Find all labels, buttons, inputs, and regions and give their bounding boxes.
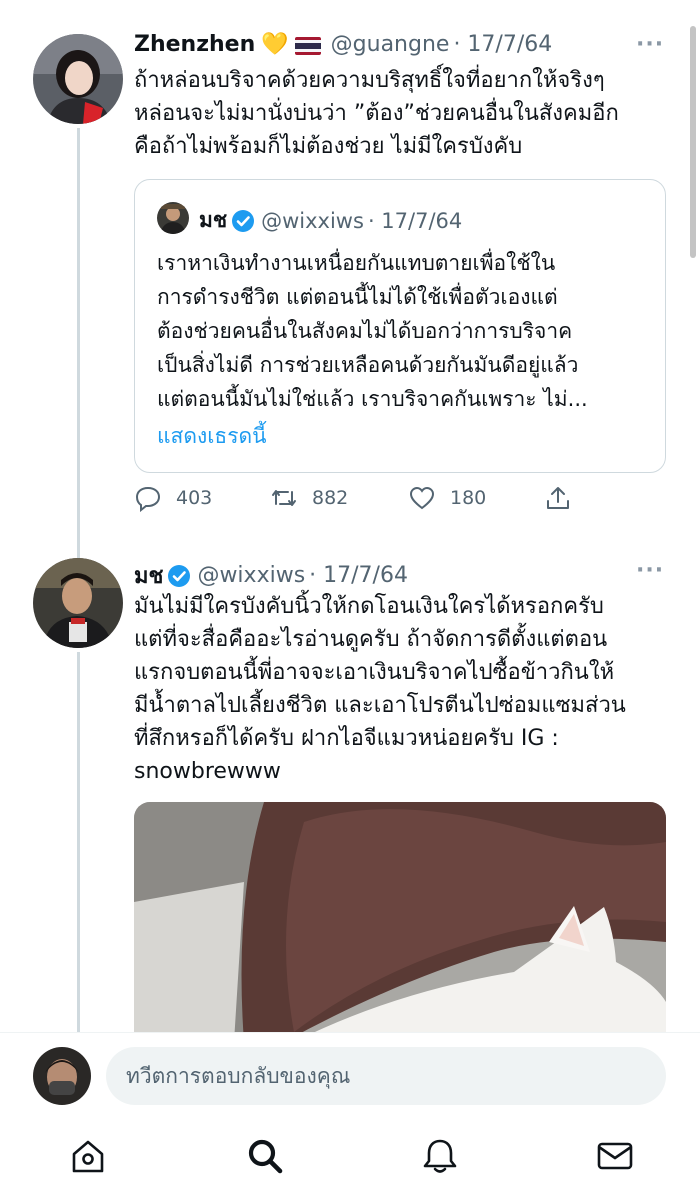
- retweet-button[interactable]: 882: [270, 484, 348, 512]
- quote-handle: @wixxiws: [261, 208, 364, 233]
- reply-button[interactable]: 403: [134, 484, 212, 512]
- display-name-2[interactable]: มช: [134, 558, 163, 593]
- avatar-2[interactable]: [33, 558, 123, 648]
- heart-emoji: 💛: [261, 32, 289, 57]
- show-thread-link[interactable]: แสดงเธรดนี้: [157, 420, 267, 453]
- display-name[interactable]: Zhenzhen: [134, 32, 255, 57]
- reply-bar: ทวีตการตอบกลับของคุณ: [0, 1032, 700, 1120]
- quote-text: เราหาเงินทำงานเหนื่อยกันแทบตายเพื่อใช้ใน…: [157, 251, 588, 411]
- thread-line-2: [77, 652, 80, 1032]
- search-icon[interactable]: [245, 1136, 285, 1176]
- tweet-text-2: มันไม่มีใครบังคับนิ้วให้กดโอนเงินใครได้ห…: [134, 594, 626, 784]
- user-handle-2[interactable]: @wixxiws: [197, 563, 305, 588]
- quote-date: · 17/7/64: [367, 208, 463, 233]
- retweet-icon: [272, 490, 296, 506]
- reply-placeholder: ทวีตการตอบกลับของคุณ: [126, 1063, 351, 1088]
- like-button[interactable]: 180: [408, 484, 486, 512]
- quote-header: มช @wixxiws · 17/7/64: [199, 204, 462, 237]
- messages-icon[interactable]: [595, 1136, 635, 1176]
- tweet-text: ถ้าหล่อนบริจาคด้วยความบริสุทธิ์ใจที่อยาก…: [134, 68, 619, 159]
- quoted-tweet-card[interactable]: มช @wixxiws · 17/7/64 เราหาเงินทำงานเหนื…: [134, 179, 666, 473]
- avatar[interactable]: [33, 34, 123, 124]
- more-options-button[interactable]: ···: [636, 32, 664, 57]
- more-options-button-2[interactable]: ···: [636, 558, 664, 583]
- share-button[interactable]: [544, 484, 586, 512]
- verified-badge-icon: [232, 209, 255, 232]
- heart-icon: [409, 486, 435, 510]
- tweet-media-image[interactable]: [134, 802, 666, 1042]
- notifications-icon[interactable]: [420, 1136, 460, 1176]
- reply-icon: [135, 486, 161, 512]
- verified-badge-icon-2: [168, 564, 191, 587]
- like-count: 180: [450, 487, 487, 509]
- tweet-date-2[interactable]: · 17/7/64: [309, 563, 408, 588]
- tweet-date[interactable]: · 17/7/64: [453, 32, 552, 57]
- share-icon: [547, 487, 569, 509]
- thread-line: [77, 128, 80, 560]
- retweet-count: 882: [312, 487, 349, 509]
- scrollbar[interactable]: [690, 26, 696, 258]
- my-avatar[interactable]: [33, 1047, 91, 1105]
- quote-avatar: [157, 202, 189, 234]
- reply-input[interactable]: ทวีตการตอบกลับของคุณ: [106, 1047, 666, 1105]
- user-handle[interactable]: @guangne: [331, 32, 450, 57]
- quote-display-name: มช: [199, 208, 228, 232]
- tweet-header: Zhenzhen 💛 @guangne · 17/7/64: [134, 32, 552, 57]
- home-icon[interactable]: [68, 1136, 108, 1176]
- thailand-flag-icon: [294, 36, 321, 55]
- tweet-actions: 403 882 180: [134, 484, 644, 520]
- bottom-tab-bar: [0, 1120, 700, 1200]
- reply-count: 403: [176, 487, 213, 509]
- tweet-header-2: มช @wixxiws · 17/7/64: [134, 558, 408, 593]
